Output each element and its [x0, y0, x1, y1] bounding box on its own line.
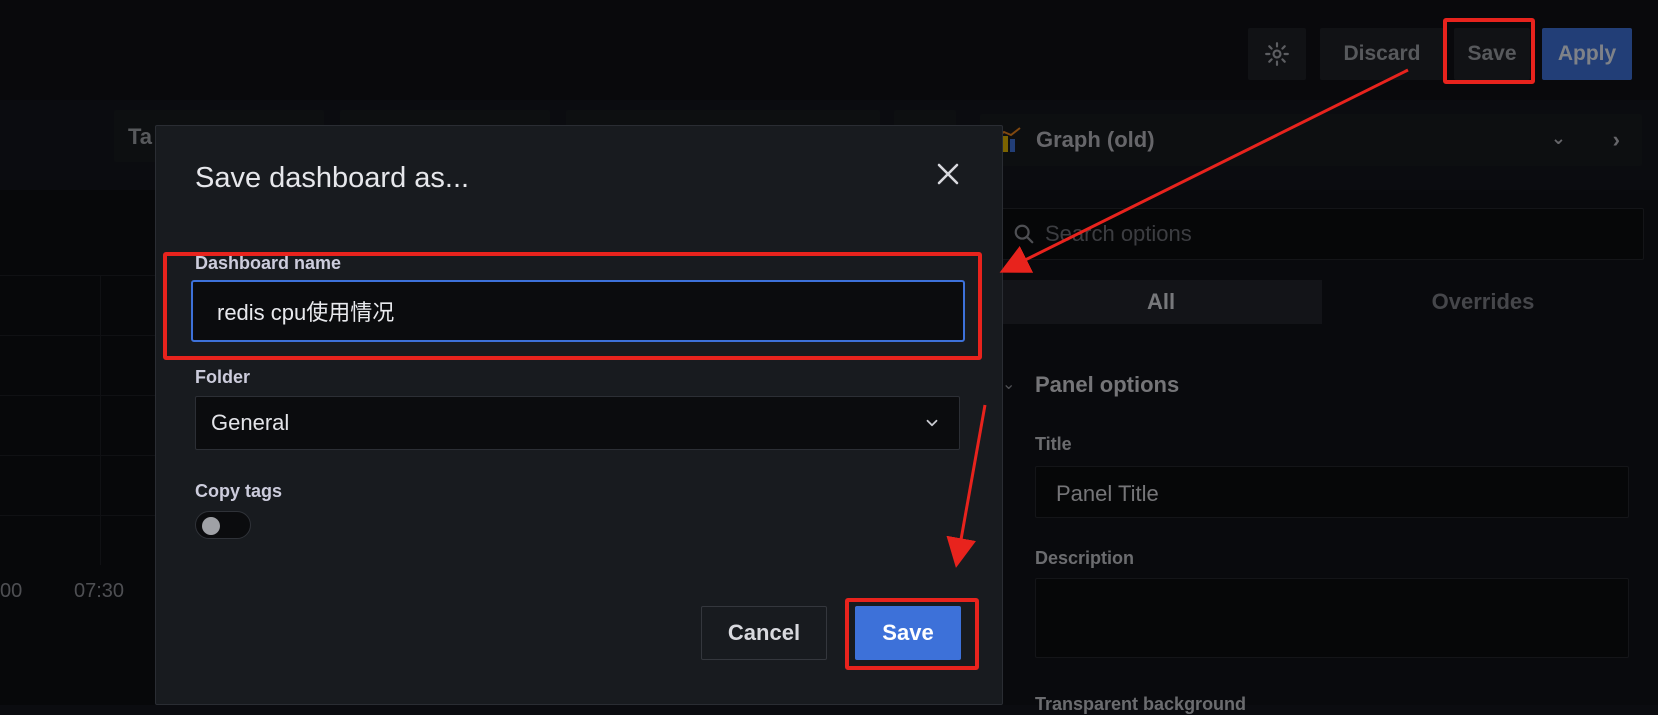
- visualization-picker[interactable]: Graph (old) ⌄ ›: [980, 114, 1642, 166]
- search-icon: [1014, 224, 1034, 244]
- grid-line: [100, 275, 101, 565]
- search-placeholder: Search options: [1045, 221, 1192, 246]
- panel-options-title[interactable]: Panel options: [1035, 372, 1179, 398]
- annotation-box-header-save: [1443, 18, 1535, 84]
- folder-value: General: [211, 410, 290, 435]
- tab-all[interactable]: All: [1000, 280, 1322, 324]
- annotation-box-save-button: [845, 598, 979, 670]
- apply-button[interactable]: Apply: [1542, 28, 1632, 80]
- search-options-input[interactable]: Search options: [1000, 208, 1644, 260]
- close-icon: [937, 163, 959, 185]
- visualization-label: Graph (old): [1036, 127, 1155, 152]
- copy-tags-label: Copy tags: [195, 481, 283, 501]
- modal-title: Save dashboard as...: [195, 162, 470, 194]
- copy-tags-toggle[interactable]: [195, 511, 251, 539]
- close-button[interactable]: [932, 158, 964, 190]
- gear-icon: [1265, 42, 1289, 66]
- settings-button[interactable]: [1248, 28, 1306, 80]
- title-label: Title: [1035, 434, 1072, 454]
- folder-select[interactable]: General: [195, 396, 960, 450]
- annotation-box-dashboard-name: [163, 252, 982, 360]
- x-tick-label: 00: [0, 580, 23, 602]
- tab-overrides[interactable]: Overrides: [1322, 280, 1644, 324]
- options-tabs: All Overrides: [1000, 280, 1644, 324]
- chevron-down-icon: ⌄: [1550, 128, 1566, 148]
- chevron-right-icon[interactable]: ›: [1613, 127, 1620, 153]
- description-textarea[interactable]: [1035, 578, 1629, 658]
- panel-title-input[interactable]: Panel Title: [1035, 466, 1629, 518]
- description-label: Description: [1035, 548, 1135, 568]
- folder-label: Folder: [195, 367, 251, 387]
- collapse-chevron-icon[interactable]: ⌄: [1002, 374, 1015, 394]
- x-tick-label: 07:30: [74, 580, 125, 602]
- toggle-knob: [202, 517, 220, 535]
- discard-button[interactable]: Discard: [1320, 28, 1444, 80]
- chevron-down-icon: [926, 419, 938, 427]
- cancel-button[interactable]: Cancel: [701, 606, 827, 660]
